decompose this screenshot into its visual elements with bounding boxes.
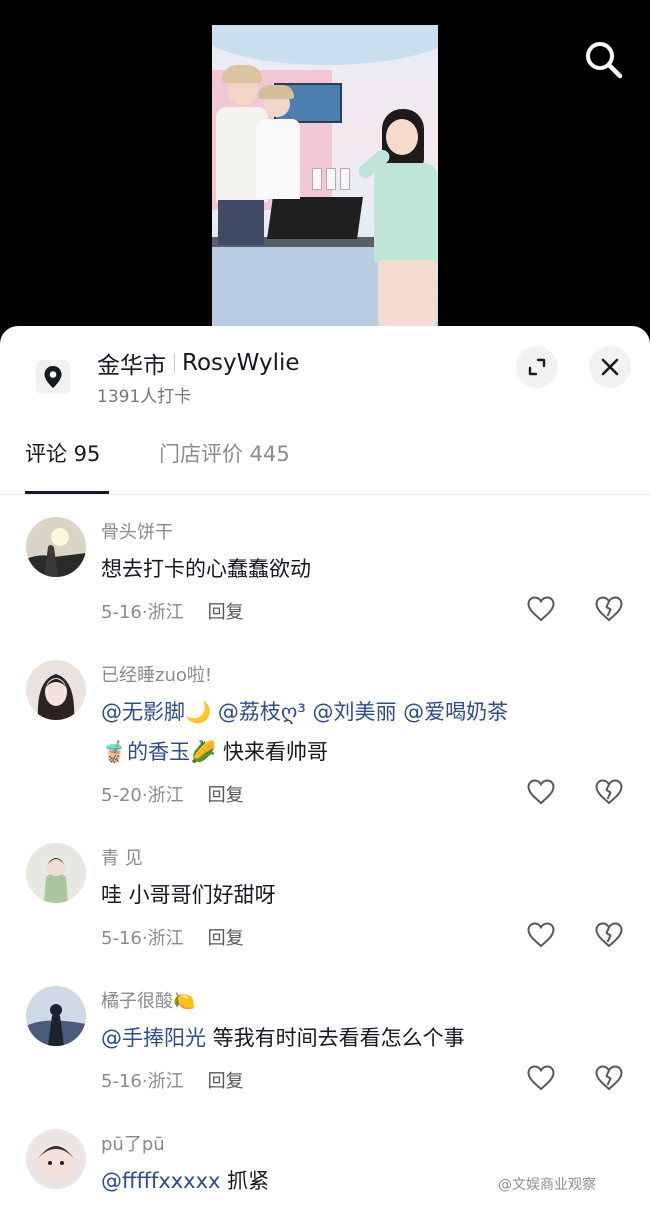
like-heart-icon[interactable] [527, 1065, 555, 1091]
search-icon[interactable] [584, 40, 624, 80]
avatar[interactable] [26, 660, 86, 720]
mention-link[interactable]: @刘美丽 [312, 700, 396, 724]
mention-link[interactable]: 🧋的香玉🌽 [101, 740, 216, 764]
comment-meta: 5-20·浙江 回复 [101, 781, 244, 807]
mention-link[interactable]: @荔枝ღ³ [218, 700, 306, 724]
reply-button[interactable]: 回复 [208, 602, 244, 623]
comment-item: 骨头饼干 想去打卡的心蠢蠢欲动 5-16·浙江 回复 [0, 495, 650, 638]
comment-text-part [211, 700, 218, 724]
avatar[interactable] [26, 517, 86, 577]
comment-item: 青 见 哇 小哥哥们好甜呀 5-16·浙江 回复 [0, 821, 650, 964]
city-name: 金华市 [97, 353, 166, 379]
comment-item: 已经睡zuo啦! @无影脚🌙 @荔枝ღ³ @刘美丽 @爱喝奶茶 🧋的香玉🌽 快来… [0, 638, 650, 821]
checkin-count: 1391人打卡 [97, 387, 192, 407]
comment-username[interactable]: 骨头饼干 [101, 518, 173, 544]
comment-meta: 5-16·浙江 回复 [101, 598, 244, 624]
dislike-broken-heart-icon[interactable] [595, 779, 623, 805]
close-icon [601, 358, 619, 376]
store-name: RosyWylie [182, 350, 300, 376]
comment-text: 哇 小哥哥们好甜呀 [101, 875, 276, 915]
comment-username[interactable]: pū了pū [101, 1130, 165, 1156]
comment-region: 浙江 [147, 785, 184, 806]
dislike-broken-heart-icon[interactable] [595, 596, 623, 622]
comment-text-line2: 🧋的香玉🌽 快来看帅哥 [101, 732, 328, 772]
comment-username[interactable]: 青 见 [101, 844, 143, 870]
watermark: @文娱商业观察 [498, 1177, 596, 1193]
like-heart-icon[interactable] [527, 779, 555, 805]
location-title[interactable]: 金华市 RosyWylie [97, 346, 300, 380]
title-divider [174, 353, 175, 373]
tab-store-reviews[interactable]: 门店评价 445 [159, 438, 290, 468]
tab-bar: 评论 95 门店评价 445 [0, 426, 650, 495]
avatar[interactable] [26, 843, 86, 903]
like-heart-icon[interactable] [527, 596, 555, 622]
comment-region: 浙江 [147, 602, 184, 623]
location-pin-icon [36, 360, 70, 394]
expand-icon [528, 358, 546, 376]
reply-button[interactable]: 回复 [208, 928, 244, 949]
video-frame[interactable] [212, 25, 438, 330]
comment-item: 橘子很酸🍋 @手捧阳光 等我有时间去看看怎么个事 5-16·浙江 回复 [0, 964, 650, 1107]
comment-list: 骨头饼干 想去打卡的心蠢蠢欲动 5-16·浙江 回复 已经睡zuo啦! @无影脚… [0, 495, 650, 1209]
like-heart-icon[interactable] [527, 922, 555, 948]
comment-date: 5-16 [101, 602, 142, 623]
expand-button[interactable] [516, 346, 558, 388]
comment-text-part: 快来看帅哥 [216, 740, 328, 764]
comment-text-part: 抓紧 [220, 1169, 270, 1193]
comment-date: 5-16 [101, 928, 142, 949]
dislike-broken-heart-icon[interactable] [595, 1065, 623, 1091]
comment-username[interactable]: 已经睡zuo啦! [101, 661, 212, 687]
comment-panel: 金华市 RosyWylie 1391人打卡 评论 95 门店评价 445 骨头饼… [0, 326, 650, 1209]
tab-comments[interactable]: 评论 95 [25, 438, 100, 468]
comment-date: 5-16 [101, 1071, 142, 1092]
avatar[interactable] [26, 986, 86, 1046]
comment-meta: 5-16·浙江 回复 [101, 924, 244, 950]
comment-text-part: 哇 小哥哥们好甜呀 [101, 883, 276, 907]
comment-text: @手捧阳光 等我有时间去看看怎么个事 [101, 1018, 465, 1058]
comment-region: 浙江 [147, 928, 184, 949]
comment-text-line1: @无影脚🌙 @荔枝ღ³ @刘美丽 @爱喝奶茶 [101, 692, 508, 732]
video-area[interactable] [0, 0, 650, 340]
comment-text: 想去打卡的心蠢蠢欲动 [101, 549, 311, 589]
avatar[interactable] [26, 1129, 86, 1189]
comment-region: 浙江 [147, 1071, 184, 1092]
mention-link[interactable]: @fffffxxxxx [101, 1169, 220, 1193]
mention-link[interactable]: @无影脚🌙 [101, 700, 211, 724]
close-button[interactable] [589, 346, 631, 388]
reply-button[interactable]: 回复 [208, 785, 244, 806]
comment-meta: 5-16·浙江 回复 [101, 1067, 244, 1093]
mention-link[interactable]: @爱喝奶茶 [403, 700, 508, 724]
location-header[interactable]: 金华市 RosyWylie 1391人打卡 [0, 326, 650, 426]
comment-text-part: 想去打卡的心蠢蠢欲动 [101, 557, 311, 581]
active-tab-indicator [25, 491, 109, 494]
comment-date: 5-20 [101, 785, 142, 806]
comment-username[interactable]: 橘子很酸🍋 [101, 987, 195, 1013]
dislike-broken-heart-icon[interactable] [595, 922, 623, 948]
mention-link[interactable]: @手捧阳光 [101, 1026, 206, 1050]
reply-button[interactable]: 回复 [208, 1071, 244, 1092]
comment-text: @fffffxxxxx 抓紧 [101, 1161, 269, 1201]
comment-text-part: 等我有时间去看看怎么个事 [206, 1026, 465, 1050]
